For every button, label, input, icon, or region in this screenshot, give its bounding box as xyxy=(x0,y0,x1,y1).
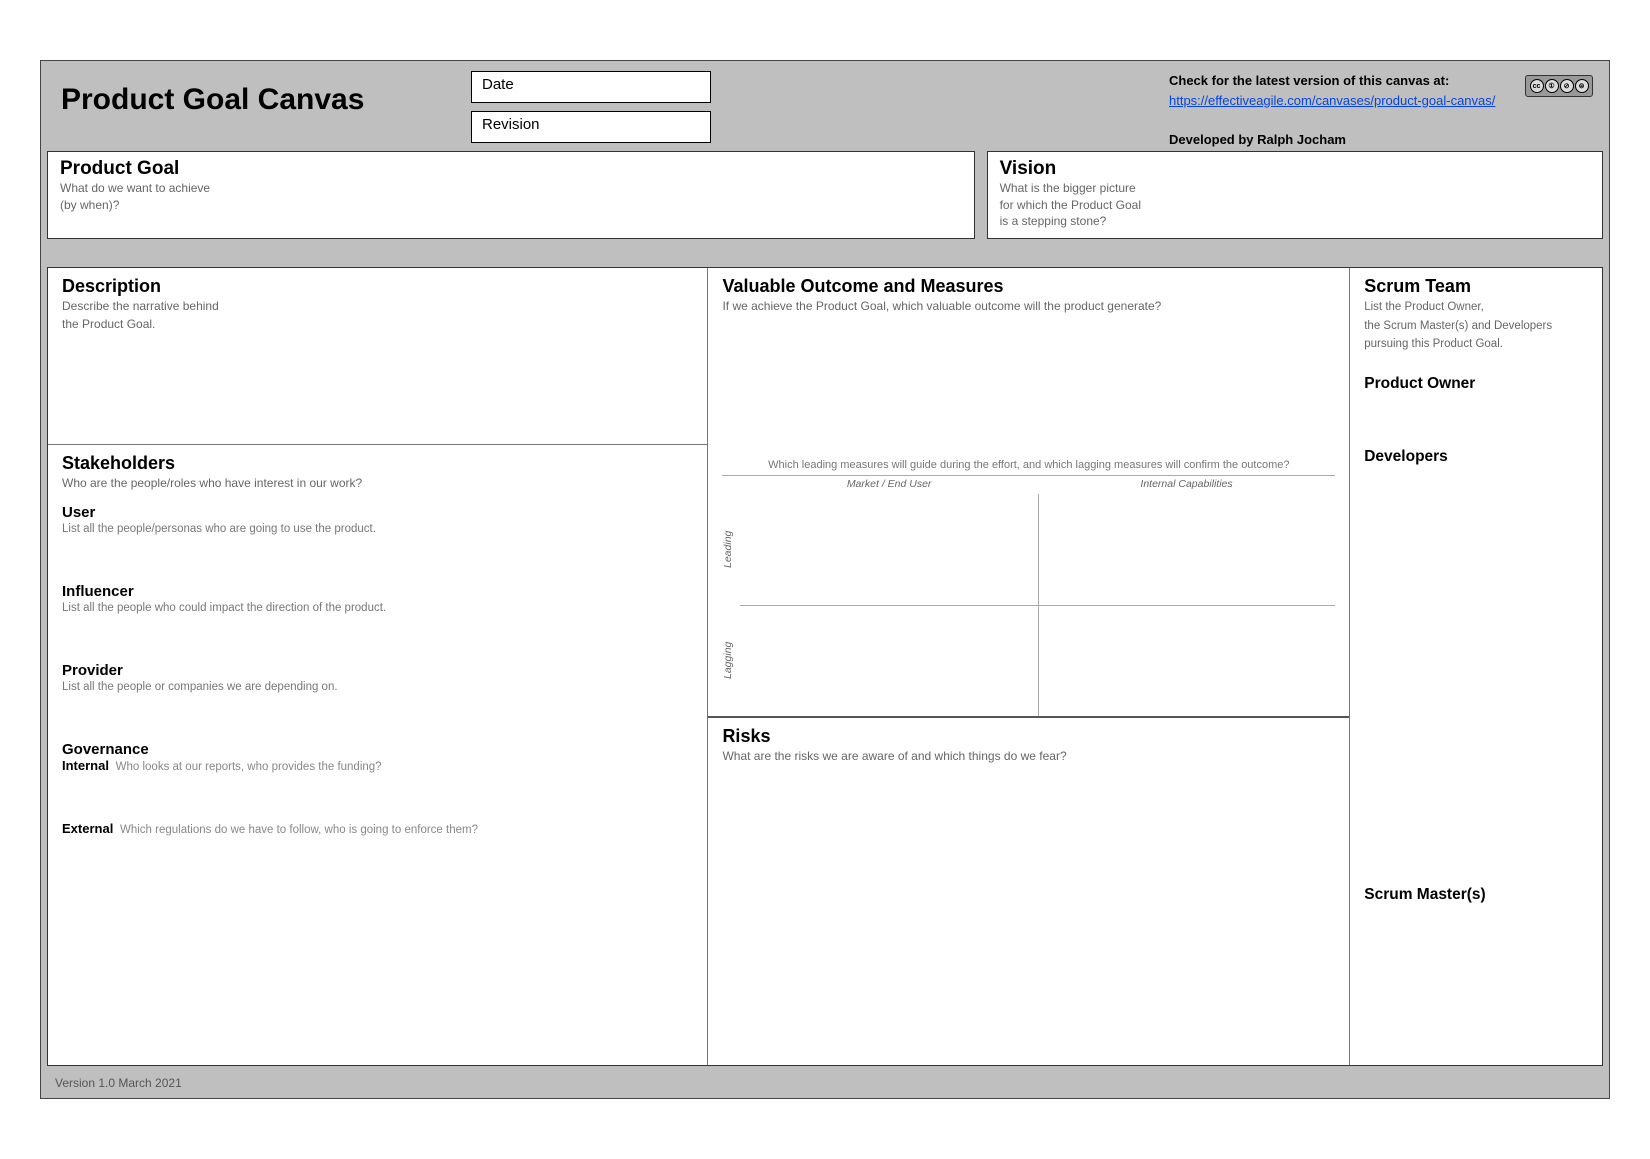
gov-internal: Internal Who looks at our reports, who p… xyxy=(62,758,693,773)
date-field[interactable]: Date xyxy=(471,71,711,103)
mg-cell-leading-internal xyxy=(1038,494,1335,605)
product-owner-label: Product Owner xyxy=(1364,375,1588,393)
mg-cell-lagging-internal xyxy=(1038,605,1335,716)
stake-influencer-label: Influencer xyxy=(62,583,693,600)
stake-user: User List all the people/personas who ar… xyxy=(62,504,693,535)
body-wrap: Description Describe the narrative behin… xyxy=(47,267,1603,1066)
mg-row2: Lagging xyxy=(722,605,740,716)
outcome-header: Valuable Outcome and Measures If we achi… xyxy=(722,276,1335,315)
developed-by-text: Developed by Ralph Jocham xyxy=(1169,130,1589,150)
canvas-frame: Product Goal Canvas Date Revision Check … xyxy=(40,60,1610,1099)
cc-icon: cc xyxy=(1530,79,1544,93)
header-row: Product Goal Canvas Date Revision Check … xyxy=(41,61,1609,145)
vision-sub1: What is the bigger picture xyxy=(1000,181,1590,197)
risks-title: Risks xyxy=(722,726,1335,747)
governance-label: Governance xyxy=(62,741,693,758)
outcome-box: Valuable Outcome and Measures If we achi… xyxy=(708,268,1349,718)
right-column: Scrum Team List the Product Owner, the S… xyxy=(1350,268,1602,1065)
stake-provider: Provider List all the people or companie… xyxy=(62,662,693,693)
vision-box: Vision What is the bigger picture for wh… xyxy=(987,151,1603,239)
scrum-team-desc1: List the Product Owner, xyxy=(1364,300,1588,316)
document-page: Product Goal Canvas Date Revision Check … xyxy=(0,0,1650,1159)
gov-internal-label: Internal xyxy=(62,758,109,773)
gov-external-hint: Which regulations do we have to follow, … xyxy=(120,824,478,836)
stake-influencer: Influencer List all the people who could… xyxy=(62,583,693,614)
stakeholders-sub: Who are the people/roles who have intere… xyxy=(62,476,693,492)
gov-external-label: External xyxy=(62,821,113,836)
description-sub1: Describe the narrative behind xyxy=(62,299,693,315)
cc-license-badge: cc ① ⊘ ⊜ xyxy=(1525,75,1593,97)
stake-influencer-desc: List all the people who could impact the… xyxy=(62,602,693,614)
scrum-team-box: Scrum Team List the Product Owner, the S… xyxy=(1350,268,1602,912)
measure-grid: Market / End User Internal Capabilities … xyxy=(722,476,1335,716)
risks-box: Risks What are the risks we are aware of… xyxy=(708,718,1349,1065)
scrum-team-title: Scrum Team xyxy=(1364,276,1588,297)
stake-user-desc: List all the people/personas who are goi… xyxy=(62,523,693,535)
canvas-url-link[interactable]: https://effectiveagile.com/canvases/prod… xyxy=(1169,93,1495,108)
left-column: Description Describe the narrative behin… xyxy=(48,268,708,1065)
developers-label: Developers xyxy=(1364,448,1588,466)
top-row: Product Goal What do we want to achieve … xyxy=(41,151,1609,239)
product-goal-sub2: (by when)? xyxy=(60,198,962,214)
vision-sub2: for which the Product Goal xyxy=(1000,198,1590,214)
product-goal-sub1: What do we want to achieve xyxy=(60,181,962,197)
scrum-team-desc2: the Scrum Master(s) and Developers xyxy=(1364,319,1588,335)
mg-cell-leading-market xyxy=(740,494,1037,605)
product-goal-title: Product Goal xyxy=(60,158,962,180)
stake-governance: Governance Internal Who looks at our rep… xyxy=(62,741,693,836)
mg-row1: Leading xyxy=(722,494,740,605)
stakeholders-box: Stakeholders Who are the people/roles wh… xyxy=(48,445,707,1065)
outcome-title: Valuable Outcome and Measures xyxy=(722,276,1335,297)
vision-title: Vision xyxy=(1000,158,1590,180)
scrum-masters-label: Scrum Master(s) xyxy=(1364,886,1588,904)
mg-col1: Market / End User xyxy=(740,476,1037,494)
outcome-sub: If we achieve the Product Goal, which va… xyxy=(722,299,1335,315)
cc-nc-icon: ⊘ xyxy=(1560,79,1574,93)
description-title: Description xyxy=(62,276,693,297)
version-footer: Version 1.0 March 2021 xyxy=(55,1076,182,1090)
outcome-divider-text: Which leading measures will guide during… xyxy=(722,459,1335,476)
gov-external: External Which regulations do we have to… xyxy=(62,821,693,836)
header-title-block: Product Goal Canvas xyxy=(61,71,441,117)
canvas-title: Product Goal Canvas xyxy=(61,83,441,117)
description-sub2: the Product Goal. xyxy=(62,317,693,333)
mg-cell-lagging-market xyxy=(740,605,1037,716)
stake-user-label: User xyxy=(62,504,693,521)
mg-col2: Internal Capabilities xyxy=(1038,476,1335,494)
product-goal-box: Product Goal What do we want to achieve … xyxy=(47,151,975,239)
header-fields: Date Revision xyxy=(471,71,711,143)
description-box: Description Describe the narrative behin… xyxy=(48,268,707,445)
scrum-team-desc3: pursuing this Product Goal. xyxy=(1364,337,1588,353)
cc-by-icon: ① xyxy=(1545,79,1559,93)
stake-provider-desc: List all the people or companies we are … xyxy=(62,681,693,693)
risks-sub: What are the risks we are aware of and w… xyxy=(722,749,1335,765)
mg-corner xyxy=(722,476,740,494)
vision-sub3: is a stepping stone? xyxy=(1000,214,1590,230)
gov-internal-hint: Who looks at our reports, who provides t… xyxy=(116,761,382,773)
stake-provider-label: Provider xyxy=(62,662,693,679)
revision-field[interactable]: Revision xyxy=(471,111,711,143)
cc-nd-icon: ⊜ xyxy=(1575,79,1589,93)
middle-column: Valuable Outcome and Measures If we achi… xyxy=(708,268,1350,1065)
stakeholders-title: Stakeholders xyxy=(62,453,693,474)
